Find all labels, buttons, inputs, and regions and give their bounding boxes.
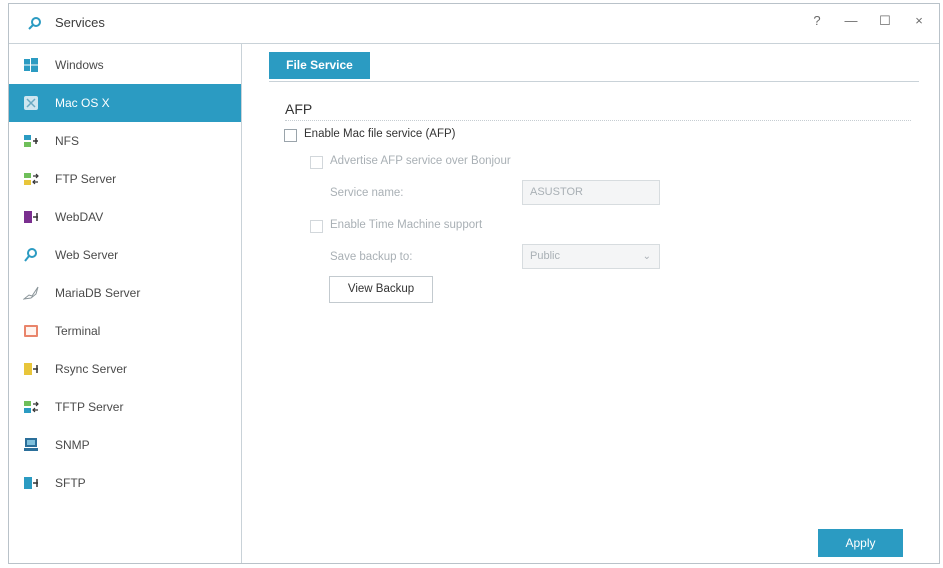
section-title: AFP	[285, 101, 313, 117]
services-window: Services ? — ☐ × Windows Mac OS X NFS FT…	[8, 3, 940, 564]
sidebar-item-label: WebDAV	[55, 210, 104, 224]
mariadb-icon	[23, 286, 39, 300]
services-icon	[28, 17, 41, 30]
window-title: Services	[55, 15, 105, 30]
save-backup-value: Public	[530, 250, 560, 262]
enable-afp-checkbox[interactable]	[284, 129, 297, 142]
sidebar-item-sftp[interactable]: SFTP	[9, 464, 241, 502]
ftp-icon	[24, 173, 39, 185]
view-backup-button[interactable]: View Backup	[329, 276, 433, 303]
tab-divider	[269, 81, 919, 82]
sidebar-item-terminal[interactable]: Terminal	[9, 312, 241, 350]
tab-file-service[interactable]: File Service	[269, 52, 370, 79]
save-backup-select[interactable]: Public ⌄	[522, 244, 660, 269]
snmp-icon	[24, 438, 38, 451]
sidebar-item-web-server[interactable]: Web Server	[9, 236, 241, 274]
sidebar-item-label: Rsync Server	[55, 362, 128, 376]
sftp-icon	[24, 477, 38, 489]
service-name-field[interactable]: ASUSTOR	[522, 180, 660, 205]
sidebar-item-mac-os-x[interactable]: Mac OS X	[9, 84, 241, 122]
sidebar-item-webdav[interactable]: WebDAV	[9, 198, 241, 236]
sidebar-item-label: Windows	[55, 58, 104, 72]
sidebar-item-mariadb-server[interactable]: MariaDB Server	[9, 274, 241, 312]
windows-icon	[24, 58, 38, 72]
sidebar-item-label: Mac OS X	[55, 96, 110, 110]
enable-afp-label: Enable Mac file service (AFP)	[304, 128, 456, 140]
apply-button[interactable]: Apply	[818, 529, 903, 557]
sidebar-item-rsync-server[interactable]: Rsync Server	[9, 350, 241, 388]
sidebar-item-windows[interactable]: Windows	[9, 46, 241, 84]
chevron-down-icon: ⌄	[642, 251, 651, 262]
tftp-icon	[24, 401, 39, 413]
title-bar: Services ? — ☐ ×	[9, 4, 939, 44]
sidebar-item-ftp-server[interactable]: FTP Server	[9, 160, 241, 198]
rsync-icon	[24, 363, 38, 375]
nfs-icon	[24, 135, 38, 147]
sidebar-item-label: TFTP Server	[55, 400, 124, 414]
save-backup-label: Save backup to:	[330, 251, 413, 263]
service-name-label: Service name:	[330, 187, 404, 199]
sidebar-item-tftp-server[interactable]: TFTP Server	[9, 388, 241, 426]
sidebar-item-label: NFS	[55, 134, 79, 148]
sidebar-item-label: SFTP	[55, 476, 86, 490]
main-content: File Service AFP Enable Mac file service…	[242, 44, 939, 563]
minimize-button[interactable]: —	[841, 11, 861, 31]
section-divider	[285, 120, 911, 121]
sidebar-item-label: SNMP	[55, 438, 90, 452]
web-server-icon	[24, 248, 37, 262]
sidebar-item-nfs[interactable]: NFS	[9, 122, 241, 160]
webdav-icon	[24, 211, 38, 223]
sidebar-item-label: Web Server	[55, 248, 119, 262]
advertise-bonjour-checkbox[interactable]	[310, 156, 323, 169]
help-button[interactable]: ?	[807, 11, 827, 31]
terminal-icon	[24, 325, 38, 337]
maximize-button[interactable]: ☐	[875, 11, 895, 31]
mac-icon	[24, 96, 38, 110]
sidebar-item-snmp[interactable]: SNMP	[9, 426, 241, 464]
sidebar-item-label: Terminal	[55, 324, 101, 338]
time-machine-checkbox[interactable]	[310, 220, 323, 233]
sidebar-item-label: MariaDB Server	[55, 286, 141, 300]
sidebar: Windows Mac OS X NFS FTP Server WebDAV W…	[9, 44, 242, 563]
advertise-bonjour-label: Advertise AFP service over Bonjour	[330, 155, 511, 167]
sidebar-item-label: FTP Server	[55, 172, 117, 186]
close-button[interactable]: ×	[909, 11, 929, 31]
time-machine-label: Enable Time Machine support	[330, 219, 483, 231]
